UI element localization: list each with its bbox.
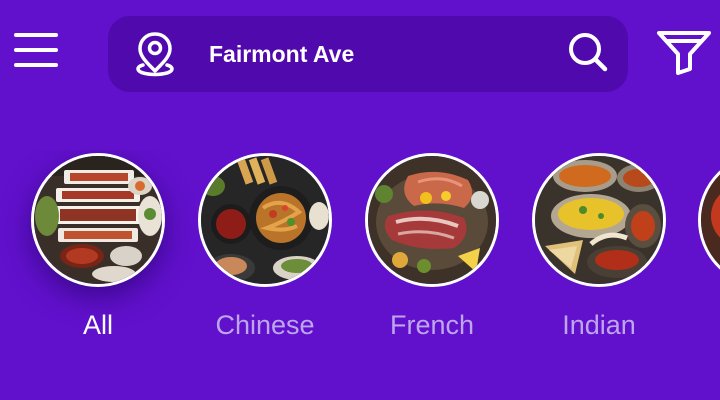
category-label-chinese: Chinese bbox=[215, 310, 315, 340]
menu-button[interactable] bbox=[14, 33, 58, 67]
category-image-chinese bbox=[198, 153, 332, 287]
category-image-all bbox=[31, 153, 165, 287]
category-label-indian: Indian bbox=[562, 310, 636, 340]
category-label-all: All bbox=[82, 310, 113, 340]
menu-bar bbox=[14, 33, 58, 37]
search-icon[interactable] bbox=[566, 30, 612, 74]
category-next[interactable]: A bbox=[698, 150, 720, 350]
location-search-bar[interactable]: Fairmont Ave bbox=[108, 16, 628, 92]
category-image-next bbox=[698, 153, 720, 287]
category-french[interactable]: French bbox=[365, 150, 505, 350]
filter-funnel-icon[interactable] bbox=[656, 29, 712, 75]
location-pin-icon bbox=[136, 32, 174, 77]
category-chinese[interactable]: Chinese bbox=[198, 150, 338, 350]
menu-bar bbox=[14, 63, 58, 67]
menu-bar bbox=[14, 48, 58, 52]
category-image-indian bbox=[532, 153, 666, 287]
category-indian[interactable]: Indian bbox=[532, 150, 672, 350]
location-text[interactable]: Fairmont Ave bbox=[209, 41, 354, 68]
category-label-next: A bbox=[678, 310, 720, 341]
category-image-french bbox=[365, 153, 499, 287]
category-carousel[interactable]: All Chinese French Indian bbox=[0, 150, 720, 350]
category-all[interactable]: All bbox=[31, 150, 171, 350]
category-label-french: French bbox=[389, 310, 475, 340]
